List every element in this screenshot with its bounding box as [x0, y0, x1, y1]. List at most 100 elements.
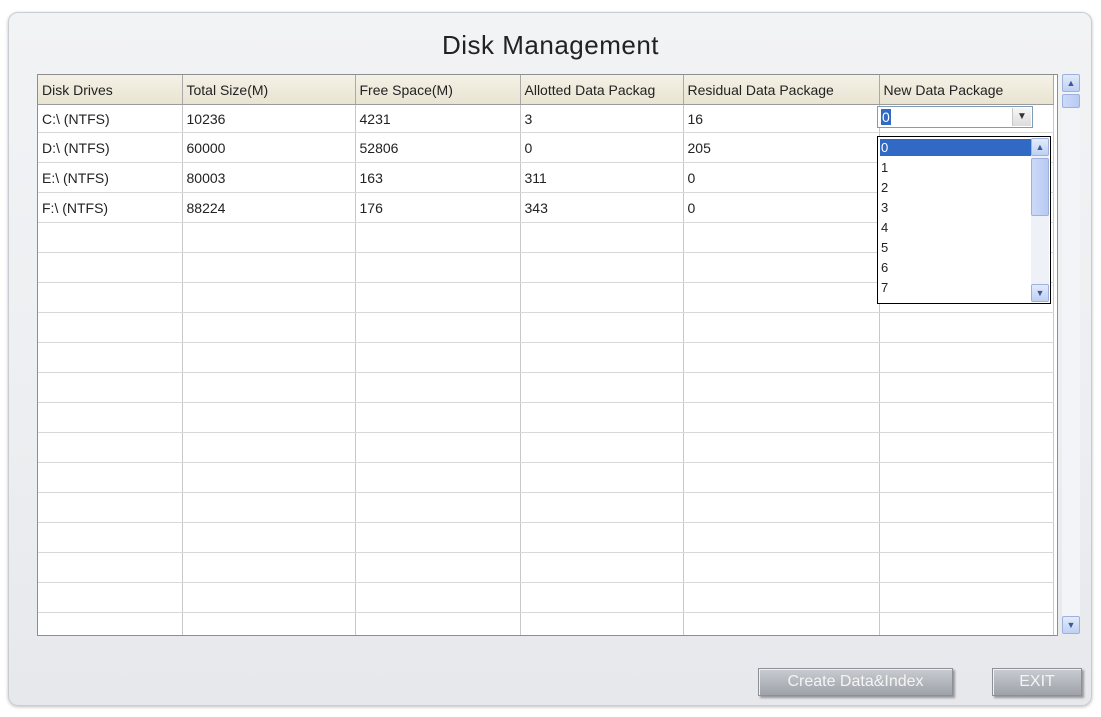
dropdown-option[interactable]: 7 — [880, 279, 1031, 296]
empty-cell — [520, 432, 684, 463]
empty-cell — [520, 522, 684, 553]
table-row-empty — [38, 462, 1054, 493]
cell-residual-data-package: 0 — [683, 162, 880, 193]
empty-cell — [520, 282, 684, 313]
dropdown-option[interactable]: 2 — [880, 179, 1031, 196]
empty-cell — [38, 462, 183, 493]
empty-cell — [879, 312, 1054, 343]
empty-cell — [182, 612, 356, 635]
empty-cell — [38, 342, 183, 373]
empty-cell — [355, 402, 521, 433]
empty-cell — [879, 552, 1054, 583]
empty-cell — [520, 612, 684, 635]
scroll-down-arrow-icon[interactable]: ▼ — [1031, 284, 1049, 302]
new-data-package-dropdown[interactable]: 0 1 2 3 4 5 6 7 ▲ ▼ — [877, 136, 1051, 304]
table-row-empty — [38, 492, 1054, 523]
empty-cell — [38, 582, 183, 613]
empty-cell — [520, 222, 684, 253]
empty-cell — [38, 612, 183, 635]
combo-selected-value: 0 — [881, 109, 891, 125]
empty-cell — [38, 252, 183, 283]
exit-button[interactable]: EXIT — [992, 668, 1082, 696]
empty-cell — [520, 342, 684, 373]
empty-cell — [879, 522, 1054, 553]
dropdown-option[interactable]: 1 — [880, 159, 1031, 176]
empty-cell — [355, 522, 521, 553]
empty-cell — [683, 462, 880, 493]
table-row-empty — [38, 342, 1054, 373]
table-row-empty — [38, 552, 1054, 583]
empty-cell — [355, 222, 521, 253]
empty-cell — [355, 462, 521, 493]
empty-cell — [520, 492, 684, 523]
empty-cell — [38, 222, 183, 253]
empty-cell — [355, 612, 521, 635]
col-header-new-data-package[interactable]: New Data Package — [879, 75, 1054, 105]
cell-allotted-data-package: 3 — [520, 104, 684, 133]
empty-cell — [38, 312, 183, 343]
empty-cell — [879, 342, 1054, 373]
empty-cell — [683, 522, 880, 553]
empty-cell — [355, 372, 521, 403]
create-data-index-button[interactable]: Create Data&Index — [758, 668, 953, 696]
empty-cell — [683, 582, 880, 613]
empty-cell — [879, 582, 1054, 613]
window-title: Disk Management — [441, 30, 660, 60]
dropdown-option[interactable]: 5 — [880, 239, 1031, 256]
dropdown-option[interactable]: 6 — [880, 259, 1031, 276]
empty-cell — [879, 492, 1054, 523]
col-header-residual-data-package[interactable]: Residual Data Package — [683, 75, 880, 105]
empty-cell — [38, 522, 183, 553]
cell-disk-drive: E:\ (NTFS) — [38, 162, 183, 193]
empty-cell — [355, 282, 521, 313]
empty-cell — [355, 432, 521, 463]
scroll-up-arrow-icon[interactable]: ▲ — [1062, 74, 1080, 92]
dropdown-scrollbar[interactable]: ▲ ▼ — [1031, 138, 1049, 302]
cell-allotted-data-package: 343 — [520, 192, 684, 223]
empty-cell — [520, 402, 684, 433]
cell-free-space: 4231 — [355, 104, 521, 133]
grid-scroll-thumb[interactable] — [1062, 94, 1080, 108]
chevron-down-icon[interactable]: ▼ — [1012, 108, 1031, 126]
cell-disk-drive: D:\ (NTFS) — [38, 132, 183, 163]
empty-cell — [355, 552, 521, 583]
col-header-free-space[interactable]: Free Space(M) — [355, 75, 521, 105]
empty-cell — [355, 492, 521, 523]
empty-cell — [182, 282, 356, 313]
grid-scrollbar[interactable]: ▲ ▼ — [1062, 74, 1080, 634]
empty-cell — [683, 222, 880, 253]
empty-cell — [182, 372, 356, 403]
new-data-package-combo[interactable]: 0 ▼ — [877, 106, 1033, 128]
empty-cell — [38, 372, 183, 403]
col-header-allotted-data-package[interactable]: Allotted Data Packag — [520, 75, 684, 105]
empty-cell — [182, 402, 356, 433]
empty-cell — [182, 462, 356, 493]
table-row-empty — [38, 402, 1054, 433]
empty-cell — [182, 252, 356, 283]
empty-cell — [355, 342, 521, 373]
cell-allotted-data-package: 311 — [520, 162, 684, 193]
dropdown-option[interactable]: 3 — [880, 199, 1031, 216]
empty-cell — [683, 432, 880, 463]
cell-residual-data-package: 16 — [683, 104, 880, 133]
cell-free-space: 52806 — [355, 132, 521, 163]
col-header-disk-drives[interactable]: Disk Drives — [38, 75, 183, 105]
cell-total-size: 10236 — [182, 104, 356, 133]
empty-cell — [683, 372, 880, 403]
empty-cell — [683, 252, 880, 283]
empty-cell — [520, 552, 684, 583]
dropdown-option[interactable]: 0 — [880, 139, 1031, 156]
scroll-down-arrow-icon[interactable]: ▼ — [1062, 616, 1080, 634]
cell-residual-data-package: 205 — [683, 132, 880, 163]
empty-cell — [355, 312, 521, 343]
dropdown-option[interactable]: 4 — [880, 219, 1031, 236]
scroll-up-arrow-icon[interactable]: ▲ — [1031, 138, 1049, 156]
empty-cell — [355, 252, 521, 283]
empty-cell — [182, 552, 356, 583]
dropdown-scroll-thumb[interactable] — [1031, 158, 1049, 216]
col-header-total-size[interactable]: Total Size(M) — [182, 75, 356, 105]
empty-cell — [355, 582, 521, 613]
table-row-empty — [38, 312, 1054, 343]
empty-cell — [182, 312, 356, 343]
empty-cell — [182, 222, 356, 253]
